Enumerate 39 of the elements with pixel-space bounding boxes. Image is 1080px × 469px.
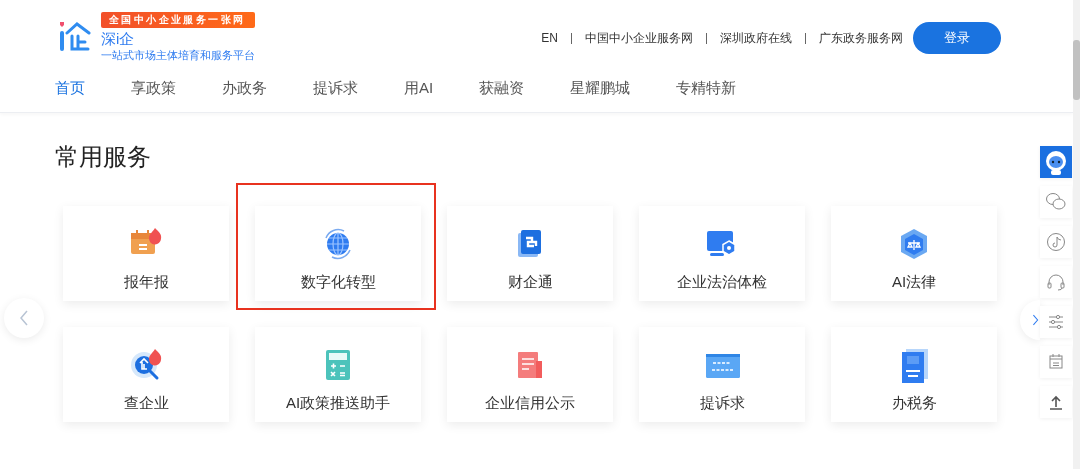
service-card[interactable]: 提诉求 [639,327,805,422]
service-card[interactable]: AI政策推送助手 [255,327,421,422]
nav-tab[interactable]: 办政务 [222,78,267,98]
nav-tab[interactable]: 首页 [55,78,85,98]
service-card[interactable]: 办税务 [831,327,997,422]
login-button[interactable]: 登录 [913,22,1001,54]
header-link[interactable]: 深圳政府在线 [720,29,792,47]
nav-tab[interactable]: 专精特新 [676,78,737,98]
nav-tab[interactable]: 提诉求 [313,78,358,98]
toolbar-button[interactable] [1040,226,1072,258]
toolbar-button[interactable] [1040,186,1072,218]
header-link[interactable]: EN [541,31,558,45]
robot-icon [1043,149,1069,175]
brand-name: 深i企 [101,29,136,48]
header-link[interactable]: 中国中小企业服务网 [585,29,693,47]
nav-tab[interactable]: 获融资 [479,78,525,98]
next-button[interactable] [1020,300,1040,340]
nav-tab[interactable]: 用AI [404,78,434,98]
toolbar-button[interactable] [1040,346,1072,378]
chevron-left-icon [19,310,29,326]
section-title: 常用服务 [55,142,151,172]
service-card[interactable]: 财企通 [447,206,613,301]
chevron-right-icon [1032,312,1039,328]
slogan-text: 一站式市场主体培育和服务平台 [101,48,255,63]
nav-tab[interactable]: 享政策 [131,78,176,98]
service-card[interactable]: 报年报 [63,206,229,301]
header-link[interactable]: 广东政务服务网 [819,29,903,47]
service-card[interactable]: 企业法治体检 [639,206,805,301]
toolbar-button[interactable] [1040,386,1072,418]
service-card[interactable]: AI法律 [831,206,997,301]
toolbar-button[interactable] [1040,146,1072,178]
nav-tab[interactable]: 星耀鹏城 [570,78,631,98]
slogan-badge: 全国中小企业服务一张网 [101,12,255,28]
service-card[interactable]: 数字化转型 [255,206,421,301]
toolbar-button[interactable] [1040,266,1072,298]
scrollbar[interactable] [1073,0,1080,469]
service-card[interactable]: 企业信用公示 [447,327,613,422]
service-card[interactable]: 查企业 [63,327,229,422]
toolbar-button[interactable] [1040,306,1072,338]
